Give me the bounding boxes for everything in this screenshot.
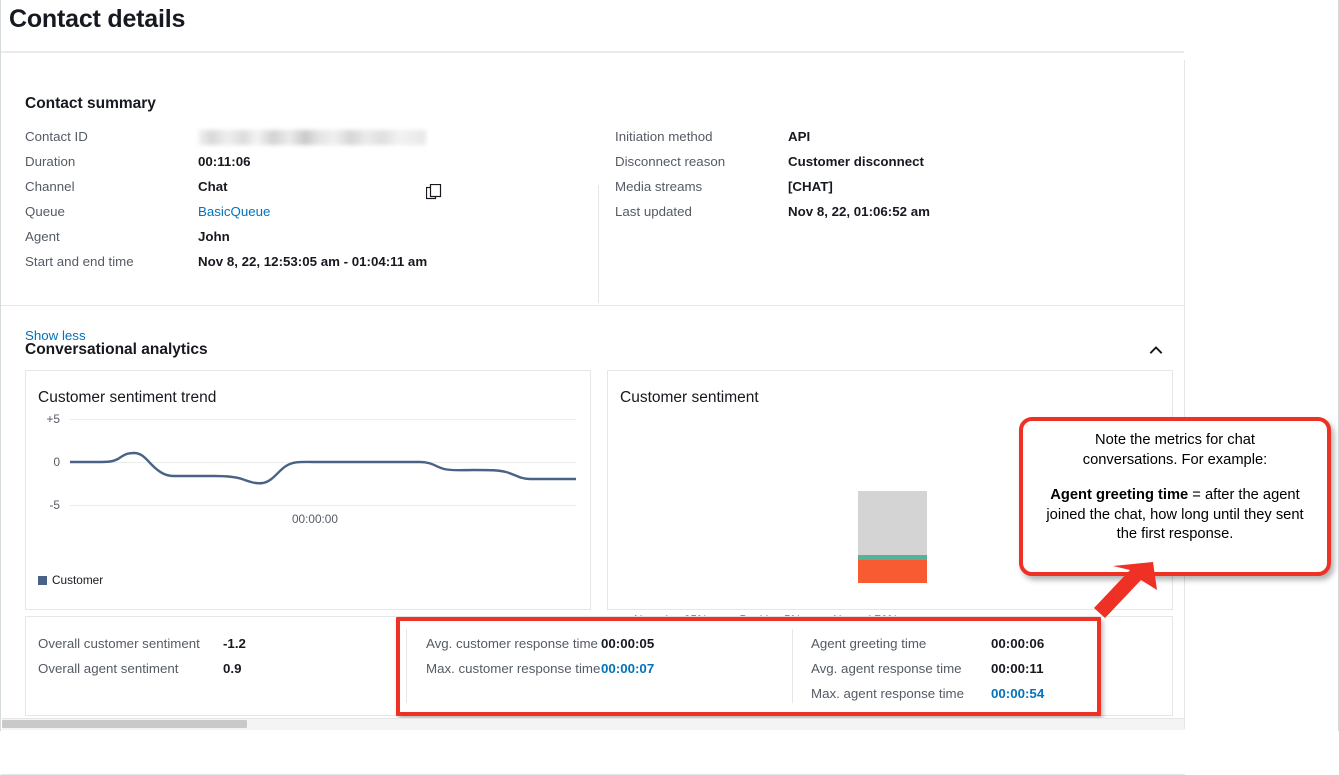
bar-segment-neutral [858,491,927,555]
field-value-duration: 00:11:06 [198,153,455,170]
copy-icon[interactable] [426,184,442,200]
content-card: Contact summary Contact ID Duration 00:1… [1,60,1185,715]
conversational-analytics-heading: Conversational analytics [25,341,208,359]
field-label-channel: Channel [25,178,198,195]
header-divider [1,51,1184,53]
metric-value-max-customer-response-time[interactable]: 00:00:07 [601,660,654,678]
metrics-column-sentiment: Overall customer sentiment -1.2 Overall … [38,635,246,678]
field-label-initiation-method: Initiation method [615,128,788,145]
y-axis-tick-zero: 0 [34,455,60,469]
sentiment-trend-line [70,419,576,511]
x-axis-tick-label: 00:00:00 [292,512,338,526]
sentiment-trend-chart: +5 0 -5 00:00:00 [26,419,592,539]
horizontal-scrollbar-thumb[interactable] [2,720,247,728]
summary-column-divider [598,185,599,303]
callout-arrow-icon [1091,560,1161,625]
metric-value-agent-greeting-time: 00:00:06 [991,635,1044,653]
y-axis-tick-minus5: -5 [34,498,60,512]
section-divider [1,305,1185,306]
metric-label-avg-customer-response-time: Avg. customer response time [426,635,601,653]
metrics-column-agent-response: Agent greeting time 00:00:06 Avg. agent … [811,635,1044,703]
field-label-queue: Queue [25,203,198,220]
metric-value-overall-customer-sentiment: -1.2 [223,635,246,653]
field-label-start-end-time: Start and end time [25,253,198,270]
field-value-last-updated: Nov 8, 22, 01:06:52 am [788,203,1035,220]
callout-line-1: Note the metrics for chat [1036,431,1314,451]
field-label-media-streams: Media streams [615,178,788,195]
trend-legend: Customer [38,573,103,587]
field-value-media-streams: [CHAT] [788,178,1035,195]
field-value-start-end-time: Nov 8, 22, 12:53:05 am - 01:04:11 am [198,253,455,270]
metric-value-avg-agent-response-time: 00:00:11 [991,660,1044,678]
field-value-agent: John [198,228,455,245]
metric-value-avg-customer-response-time: 00:00:05 [601,635,654,653]
sentiment-panel-title: Customer sentiment [620,389,759,407]
page-title: Contact details [9,5,185,34]
metric-label-overall-customer-sentiment: Overall customer sentiment [38,635,223,653]
y-axis-tick-plus5: +5 [34,412,60,426]
metrics-panel: Overall customer sentiment -1.2 Overall … [25,616,1173,716]
metric-value-max-agent-response-time[interactable]: 00:00:54 [991,685,1044,703]
field-label-contact-id: Contact ID [25,128,198,145]
customer-sentiment-stacked-bar [858,491,927,583]
contact-summary-heading: Contact summary [25,95,156,113]
metric-label-agent-greeting-time: Agent greeting time [811,635,991,653]
metrics-divider-1 [406,629,407,703]
field-value-disconnect-reason: Customer disconnect [788,153,1035,170]
metrics-divider-2 [792,629,793,703]
contact-summary-right-fields: Initiation method API Disconnect reason … [615,128,1035,220]
metric-label-max-customer-response-time: Max. customer response time [426,660,601,678]
trend-panel-title: Customer sentiment trend [38,389,216,407]
field-label-agent: Agent [25,228,198,245]
field-value-initiation-method: API [788,128,1035,145]
metric-value-overall-agent-sentiment: 0.9 [223,660,246,678]
customer-sentiment-trend-panel: Customer sentiment trend +5 0 -5 00:00:0… [25,370,591,610]
field-value-channel: Chat [198,178,455,195]
metric-label-overall-agent-sentiment: Overall agent sentiment [38,660,223,678]
callout-bold-term: Agent greeting time [1050,487,1188,503]
chevron-up-icon[interactable] [1147,341,1165,359]
metric-label-avg-agent-response-time: Avg. agent response time [811,660,991,678]
callout-line-2: conversations. For example: [1036,451,1314,471]
field-value-contact-id [198,128,455,145]
contact-summary-left-fields: Contact ID Duration 00:11:06 Channel Cha… [25,128,455,270]
redacted-contact-id [198,130,426,145]
metrics-column-customer-response: Avg. customer response time 00:00:05 Max… [426,635,654,678]
contact-details-page: Contact details Contact summary Contact … [0,0,1339,731]
legend-label-customer: Customer [52,573,103,587]
callout-paragraph-2: Agent greeting time = after the agent jo… [1036,486,1314,545]
field-label-disconnect-reason: Disconnect reason [615,153,788,170]
field-label-duration: Duration [25,153,198,170]
annotation-callout: Note the metrics for chat conversations.… [1019,417,1331,576]
field-label-last-updated: Last updated [615,203,788,220]
legend-swatch-customer [38,576,47,585]
card-right-edge [1184,60,1185,729]
bar-segment-negative [858,560,927,583]
metric-label-max-agent-response-time: Max. agent response time [811,685,991,703]
field-value-queue-link[interactable]: BasicQueue [198,203,455,220]
